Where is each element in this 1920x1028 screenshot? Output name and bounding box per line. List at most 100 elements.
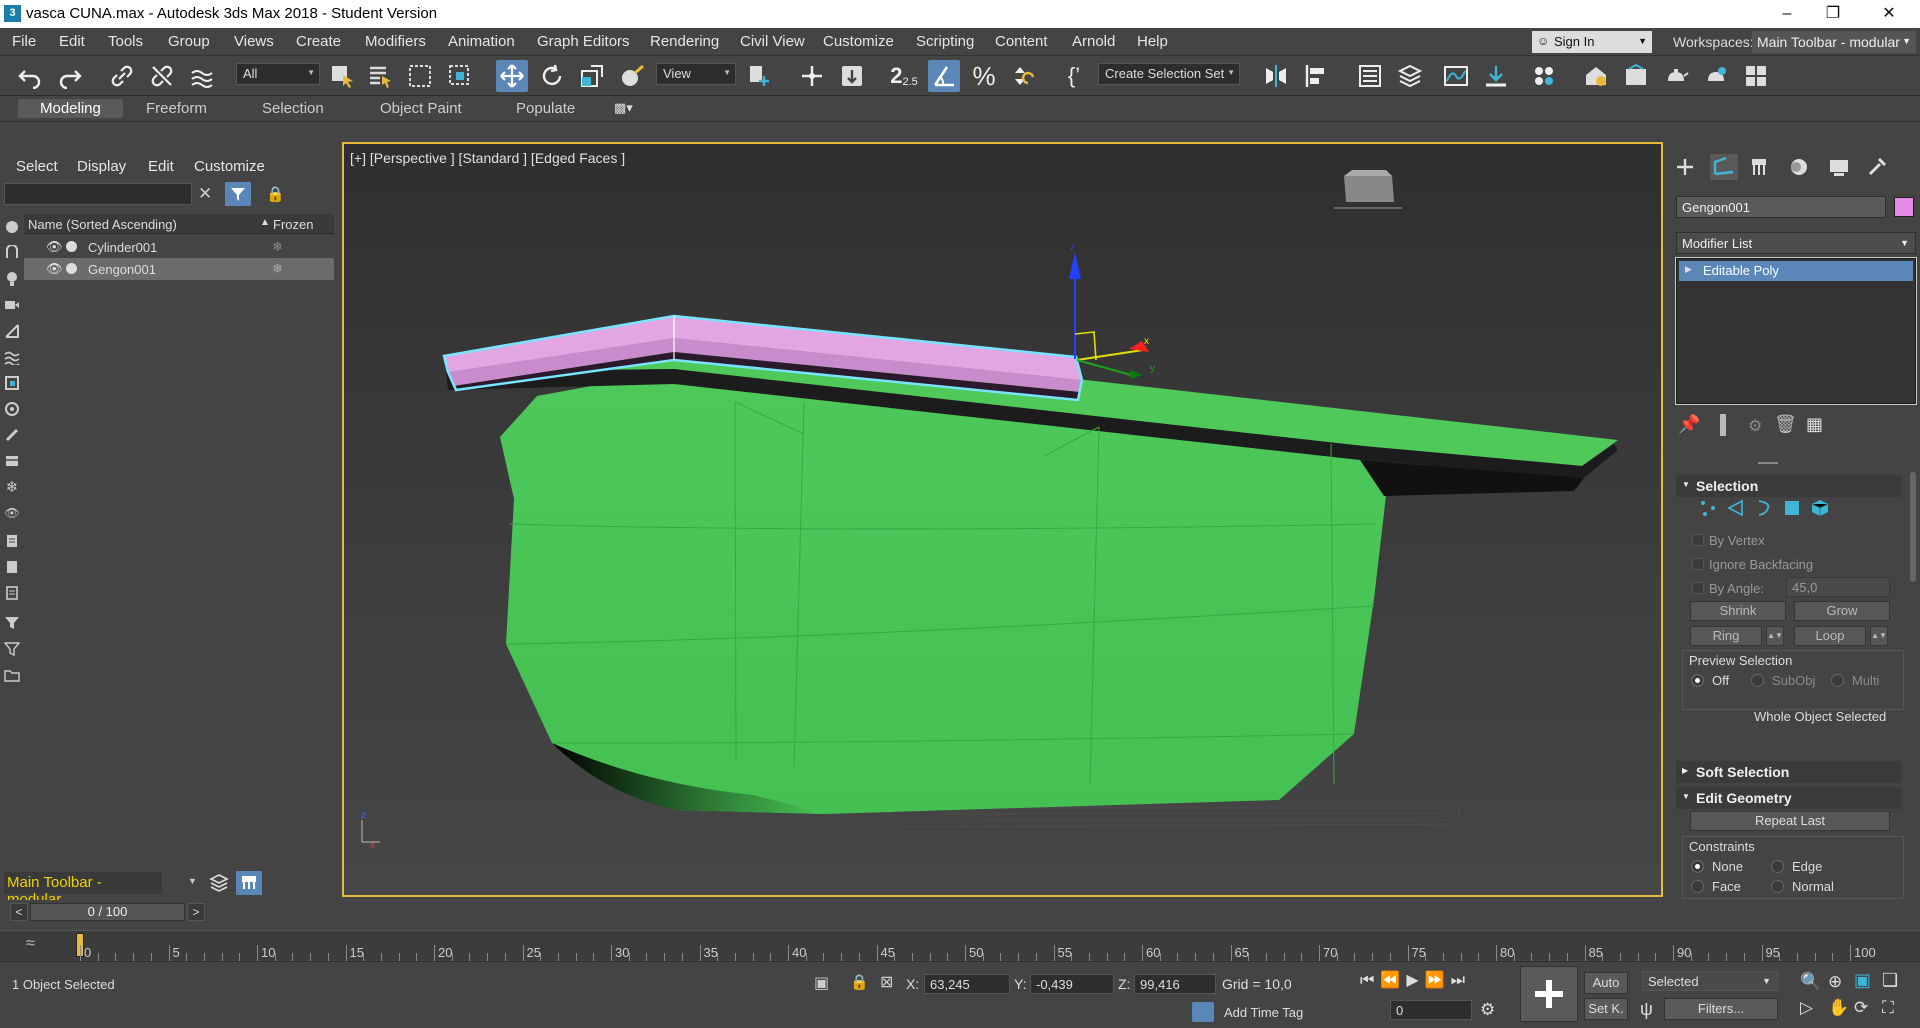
by-vertex-checkbox[interactable]: By Vertex	[1692, 533, 1765, 548]
tab-modeling[interactable]: Modeling	[18, 99, 123, 118]
invert-display-icon[interactable]	[3, 584, 21, 602]
curve-editor-mini-icon[interactable]: ≈	[26, 935, 35, 953]
maximize-viewport-icon[interactable]: ⛶	[1882, 998, 1894, 1018]
space-warps-filter-icon[interactable]	[3, 348, 21, 366]
time-configuration-icon[interactable]: ⚙	[1480, 1000, 1495, 1020]
menu-content[interactable]: Content	[995, 33, 1048, 50]
hierarchy-toggle[interactable]	[236, 871, 262, 895]
hierarchy-tab-icon[interactable]	[1748, 156, 1770, 181]
make-unique-icon[interactable]: ⚙	[1748, 416, 1762, 436]
key-mode-icon[interactable]: ψ	[1640, 999, 1653, 1020]
shapes-filter-icon[interactable]	[3, 244, 21, 262]
display-tab-icon[interactable]	[1828, 156, 1850, 181]
edge-mode-icon[interactable]	[1726, 498, 1746, 521]
explorer-menu-customize[interactable]: Customize	[194, 158, 265, 175]
geometry-filter-icon[interactable]	[3, 218, 21, 236]
column-frozen[interactable]: Frozen	[273, 217, 313, 232]
object-color-swatch[interactable]	[1894, 197, 1914, 217]
bones-filter-icon[interactable]	[3, 426, 21, 444]
bind-space-warp-button[interactable]	[186, 60, 218, 92]
go-to-start-icon[interactable]: ⏮	[1360, 972, 1380, 989]
menu-group[interactable]: Group	[168, 33, 210, 50]
motion-tab-icon[interactable]	[1788, 156, 1810, 181]
tab-object-paint[interactable]: Object Paint	[380, 100, 462, 117]
edit-geometry-rollout-header[interactable]: Edit Geometry	[1676, 787, 1902, 809]
repeat-last-button[interactable]: Repeat Last	[1690, 811, 1890, 831]
explorer-menu-select[interactable]: Select	[16, 158, 58, 175]
schematic-view-button[interactable]	[1480, 60, 1512, 92]
zoom-all-icon[interactable]: ⊕	[1828, 972, 1842, 992]
lock-icon[interactable]: 🔒	[266, 185, 285, 203]
tab-freeform[interactable]: Freeform	[146, 100, 207, 117]
soft-selection-rollout-header[interactable]: Soft Selection	[1676, 761, 1902, 783]
modify-tab-icon[interactable]	[1710, 154, 1738, 180]
explorer-search-input[interactable]	[4, 183, 192, 205]
render-production-button[interactable]	[1660, 60, 1692, 92]
window-crossing-button[interactable]	[444, 60, 476, 92]
angle-spinner[interactable]: 45,0	[1786, 577, 1890, 597]
configure-modifier-sets-icon[interactable]: ▦	[1806, 414, 1823, 435]
preview-subobj-radio[interactable]: SubObj	[1751, 673, 1815, 688]
modifier-stack[interactable]: ▶ Editable Poly	[1676, 258, 1916, 404]
key-filter-dropdown[interactable]: Selected ▼	[1642, 971, 1778, 991]
loop-spinner[interactable]: ▲▼	[1870, 626, 1888, 646]
object-name-field[interactable]: Gengon001	[1676, 196, 1886, 218]
constraint-face-radio[interactable]: Face	[1691, 879, 1741, 894]
border-mode-icon[interactable]	[1754, 498, 1774, 521]
pan-hand-icon[interactable]: ✋	[1828, 998, 1849, 1018]
explorer-row-cylinder001[interactable]: 👁 Cylinder001 ❄	[24, 236, 334, 258]
scene-explorer-button[interactable]	[1354, 60, 1386, 92]
close-button[interactable]: ✕	[1866, 0, 1912, 28]
menu-arnold[interactable]: Arnold	[1072, 33, 1115, 50]
angle-snap-button[interactable]	[928, 60, 960, 92]
render-setup-button[interactable]	[1580, 60, 1612, 92]
y-coordinate-field[interactable]: -0,439	[1030, 974, 1114, 994]
chevron-down-icon[interactable]: ▼	[188, 876, 197, 886]
redo-button[interactable]	[54, 60, 86, 92]
pivot-center-button[interactable]	[744, 60, 776, 92]
current-frame-field[interactable]: 0	[1390, 1000, 1472, 1020]
select-by-name-button[interactable]	[364, 60, 396, 92]
selection-lock-icon[interactable]: 🔒	[850, 973, 869, 991]
ignore-backfacing-checkbox[interactable]: Ignore Backfacing	[1692, 557, 1813, 572]
polygon-mode-icon[interactable]	[1782, 498, 1802, 521]
ring-spinner[interactable]: ▲▼	[1766, 626, 1784, 646]
zoom-extents-icon[interactable]: ▣	[1854, 970, 1871, 991]
menu-graph-editors[interactable]: Graph Editors	[537, 33, 630, 50]
by-angle-checkbox[interactable]: By Angle:	[1692, 581, 1764, 596]
next-frame-button[interactable]: >	[187, 903, 205, 921]
rendered-frame-window-button[interactable]	[1620, 60, 1652, 92]
stack-item-editable-poly[interactable]: ▶ Editable Poly	[1679, 261, 1913, 281]
menu-file[interactable]: File	[12, 33, 36, 50]
spinner-snap-button[interactable]	[1008, 60, 1040, 92]
tab-populate[interactable]: Populate	[516, 100, 575, 117]
workspace-layer-name[interactable]: Main Toolbar - modular	[4, 872, 162, 908]
link-button[interactable]	[106, 60, 138, 92]
menu-rendering[interactable]: Rendering	[650, 33, 719, 50]
field-of-view-icon[interactable]: ▷	[1800, 998, 1813, 1018]
next-key-icon[interactable]: ⏩	[1425, 972, 1451, 989]
absolute-mode-icon[interactable]: ⊠	[880, 972, 893, 992]
bathtub-mesh[interactable]	[446, 334, 1618, 814]
zoom-extents-all-icon[interactable]: ❏	[1882, 970, 1898, 991]
constraint-none-radio[interactable]: None	[1691, 859, 1743, 874]
auto-key-button[interactable]: Auto	[1584, 972, 1628, 994]
menu-edit[interactable]: Edit	[59, 33, 85, 50]
transform-gizmo[interactable]: x y z	[1069, 242, 1155, 379]
select-and-scale-button[interactable]	[576, 60, 608, 92]
select-and-manipulate-button[interactable]	[796, 60, 828, 92]
undo-button[interactable]	[14, 60, 46, 92]
explorer-menu-display[interactable]: Display	[77, 158, 126, 175]
pin-stack-icon[interactable]: 📌	[1678, 414, 1700, 435]
cameras-filter-icon[interactable]	[3, 296, 21, 314]
display-none-icon[interactable]	[3, 558, 21, 576]
maximize-button[interactable]: ❐	[1810, 0, 1856, 28]
unlink-button[interactable]	[146, 60, 178, 92]
track-bar[interactable]: ≈ 0 5 10 15 20 25 30 35 40 45 50 55 60 65 70 75 80 85 90 95…	[0, 930, 1920, 961]
constraint-edge-radio[interactable]: Edge	[1771, 859, 1822, 874]
explorer-row-gengon001[interactable]: 👁 Gengon001 ❄	[24, 258, 334, 280]
create-tab-icon[interactable]	[1674, 156, 1696, 181]
rectangular-selection-button[interactable]	[404, 60, 436, 92]
panel-splitter[interactable]	[1758, 462, 1778, 464]
x-coordinate-field[interactable]: 63,245	[924, 974, 1010, 994]
